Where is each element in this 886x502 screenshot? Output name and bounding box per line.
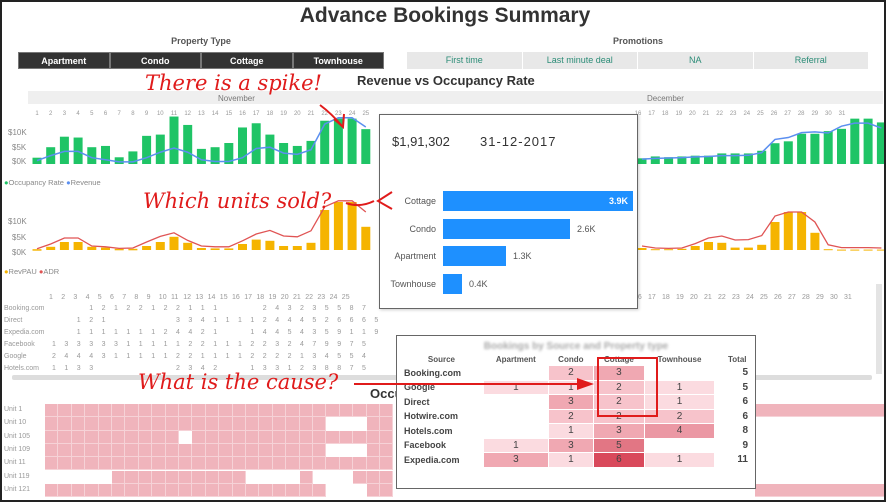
annotation-arrows xyxy=(319,104,594,390)
spike-arrowhead xyxy=(333,113,345,130)
dashboard-frame: Advance Bookings Summary Property Type A… xyxy=(0,0,886,502)
units-arrow xyxy=(345,200,375,207)
cause-arrowhead xyxy=(577,378,594,390)
units-arrowhead xyxy=(376,191,393,210)
